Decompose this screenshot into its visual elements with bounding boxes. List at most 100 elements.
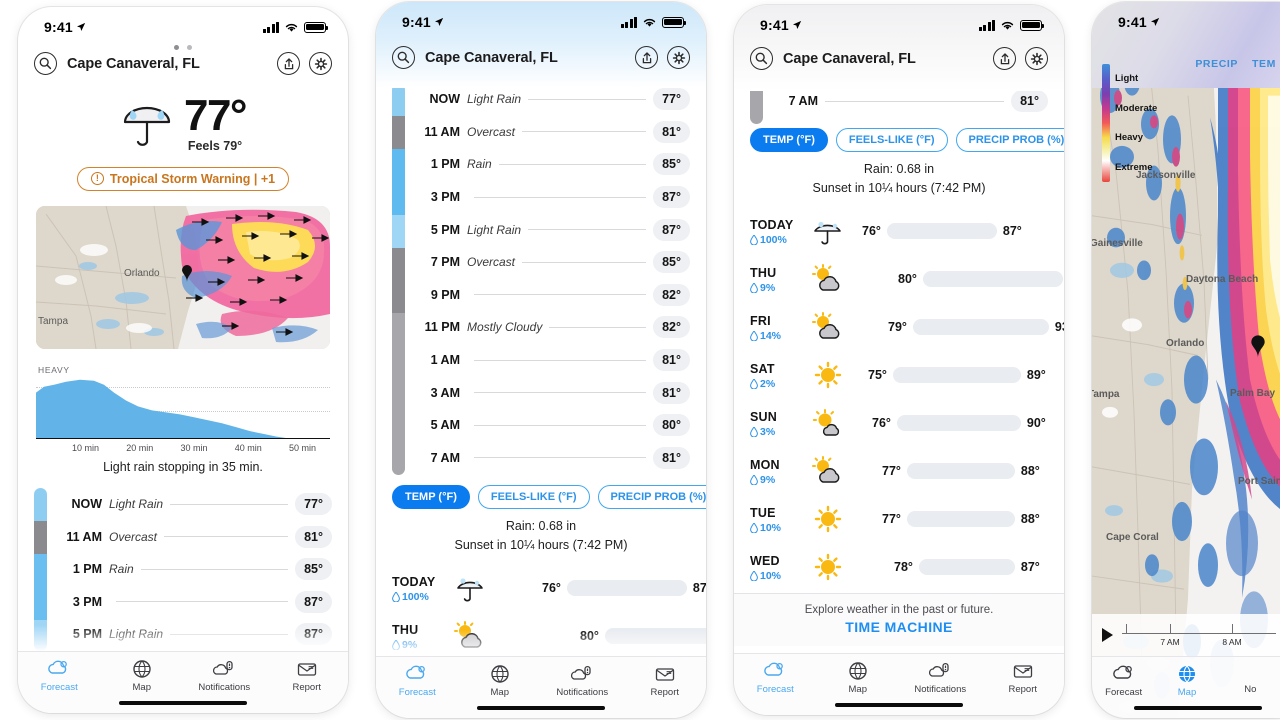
hourly-row[interactable]: 7 PM Overcast 85°	[414, 246, 690, 279]
status-indicators	[262, 21, 328, 33]
radar-map-preview[interactable]: Orlando Tampa	[36, 205, 330, 349]
hourly-row[interactable]: NOW Light Rain 77°	[56, 488, 332, 521]
tab-report[interactable]: Report	[266, 659, 349, 693]
time-machine-link[interactable]: TIME MACHINE	[734, 619, 1064, 635]
chip-precip-prob[interactable]: PRECIP PROB (%)	[955, 128, 1064, 152]
tab-notifications[interactable]: Notifications	[183, 659, 266, 693]
settings-icon[interactable]	[1025, 47, 1048, 70]
share-icon[interactable]	[277, 52, 300, 75]
settings-icon[interactable]	[667, 46, 690, 69]
share-icon[interactable]	[993, 47, 1016, 70]
hourly-row[interactable]: 9 PM 82°	[414, 279, 690, 312]
tab-label: Report	[292, 682, 321, 693]
search-icon[interactable]	[34, 52, 57, 75]
daily-row[interactable]: TODAY 100% 76° 87°	[750, 207, 1048, 255]
home-indicator[interactable]	[1134, 705, 1263, 710]
map-label-daytona-beach: Daytona Beach	[1186, 274, 1259, 285]
daily-dayblock: WED 10%	[750, 552, 802, 582]
tab-notifications[interactable]: No	[1219, 664, 1280, 695]
hourly-row[interactable]: 3 PM 87°	[56, 586, 332, 619]
hour-leader	[116, 601, 289, 603]
hourly-row[interactable]: 5 PM Light Rain 87°	[414, 213, 690, 246]
precip-chart-xaxis: 10 min 20 min 30 min 40 min 50 min	[36, 439, 330, 453]
tab-forecast[interactable]: Forecast	[18, 659, 101, 693]
tab-forecast[interactable]: Forecast	[734, 661, 817, 695]
daily-high: 87°	[1002, 223, 1022, 238]
home-indicator[interactable]	[835, 702, 963, 707]
tab-forecast[interactable]: Forecast	[1092, 664, 1155, 698]
tab-map[interactable]: Map	[817, 661, 900, 695]
settings-icon[interactable]	[309, 52, 332, 75]
wifi-icon	[1001, 21, 1014, 30]
daily-row[interactable]: THU 9% 80° 95°	[750, 255, 1063, 303]
phone-3-daily: 9:41 Cape Canaveral, FL 7 AM 81° TEMP (°…	[734, 5, 1064, 715]
hourly-row[interactable]: 7 AM 81°	[414, 442, 690, 475]
hourly-row[interactable]: 1 PM Rain 85°	[414, 148, 690, 181]
share-icon[interactable]	[635, 46, 658, 69]
tab-notifications[interactable]: Notifications	[541, 664, 624, 698]
chip-temp[interactable]: TEMP (°F)	[750, 128, 828, 152]
daily-pop-value: 9%	[760, 281, 776, 294]
map-label-tampa: Tampa	[1092, 389, 1120, 400]
daily-dayblock: THU 9%	[750, 264, 802, 294]
search-icon[interactable]	[392, 46, 415, 69]
hourly-row[interactable]: 1 PM Rain 85°	[56, 553, 332, 586]
location-title[interactable]: Cape Canaveral, FL	[67, 56, 267, 72]
legend-labels: Light Moderate Heavy Extreme	[1115, 64, 1157, 182]
chip-precip-prob[interactable]: PRECIP PROB (%)	[597, 485, 706, 509]
hourly-forecast-list[interactable]: NOW Light Rain 77° 11 AM Overcast 81° 1 PM Ra…	[376, 83, 706, 475]
hour-leader	[164, 536, 289, 538]
tab-forecast[interactable]: Forecast	[376, 664, 459, 698]
scroll-fade	[376, 630, 706, 656]
tab-map[interactable]: Map	[101, 659, 184, 693]
hourly-row[interactable]: 1 AM 81°	[414, 344, 690, 377]
daily-low: 79°	[888, 319, 907, 334]
map-tab-precip[interactable]: PRECIP	[1195, 58, 1238, 70]
hourly-row[interactable]: 3 PM 87°	[414, 181, 690, 214]
page-dots[interactable]	[18, 41, 348, 52]
status-time: 9:41	[760, 17, 802, 33]
map-tab-temp[interactable]: TEM	[1252, 58, 1276, 70]
daily-row[interactable]: SUN 3% 76° 90°	[750, 399, 1048, 447]
chip-feels-like[interactable]: FEELS-LIKE (°F)	[835, 128, 948, 152]
hourly-row[interactable]: 11 PM Mostly Cloudy 82°	[414, 311, 690, 344]
hourly-row[interactable]: 3 AM 81°	[414, 376, 690, 409]
search-icon[interactable]	[750, 47, 773, 70]
status-time-text: 9:41	[44, 19, 73, 35]
play-icon[interactable]	[1102, 628, 1113, 642]
tab-map[interactable]: Map	[1155, 664, 1218, 698]
daily-row[interactable]: TODAY 100% 76° 87°	[392, 564, 706, 612]
weather-alert-button[interactable]: ! Tropical Storm Warning | +1	[76, 166, 290, 191]
daily-row[interactable]: MON 9% 77° 88°	[750, 447, 1048, 495]
timeline-track[interactable]: 7 AM 8 AM	[1122, 620, 1276, 650]
tab-map[interactable]: Map	[459, 664, 542, 698]
tab-notifications[interactable]: Notifications	[899, 661, 982, 695]
status-time-text: 9:41	[402, 14, 431, 30]
chip-temp[interactable]: TEMP (°F)	[392, 485, 470, 509]
hourly-row[interactable]: 11 AM Overcast 81°	[56, 520, 332, 553]
daily-row[interactable]: FRI 14% 79° 93°	[750, 303, 1064, 351]
daily-forecast-list[interactable]: TODAY 100% 76° 87° THU 9%	[734, 207, 1064, 591]
map-timeline[interactable]: 7 AM 8 AM	[1092, 614, 1280, 656]
hourly-row[interactable]: 11 AM Overcast 81°	[414, 116, 690, 149]
hour-time: NOW	[71, 497, 102, 512]
daily-row[interactable]: TUE 10% 77° 88°	[750, 495, 1048, 543]
legend-color-scale	[1102, 64, 1110, 182]
home-indicator[interactable]	[477, 705, 605, 710]
status-bar: 9:41	[734, 5, 1064, 39]
summary-sunset: Sunset in 10¼ hours (7:42 PM)	[812, 181, 986, 196]
tab-report[interactable]: Report	[624, 664, 707, 698]
home-indicator[interactable]	[119, 700, 247, 705]
status-bar: 9:41	[18, 7, 348, 41]
hourly-row[interactable]: 5 AM 80°	[414, 409, 690, 442]
envelope-icon	[297, 663, 316, 676]
time-machine-section[interactable]: Explore weather in the past or future. T…	[734, 592, 1064, 646]
tab-report[interactable]: Report	[982, 661, 1065, 695]
feels-like-text: Feels 79°	[187, 138, 243, 153]
location-title[interactable]: Cape Canaveral, FL	[425, 50, 625, 66]
daily-row[interactable]: SAT 2% 75° 89°	[750, 351, 1048, 399]
location-title[interactable]: Cape Canaveral, FL	[783, 51, 983, 67]
daily-row[interactable]: WED 10% 78° 87°	[750, 543, 1048, 591]
daily-temp-range-bar	[918, 558, 1015, 575]
chip-feels-like[interactable]: FEELS-LIKE (°F)	[477, 485, 590, 509]
